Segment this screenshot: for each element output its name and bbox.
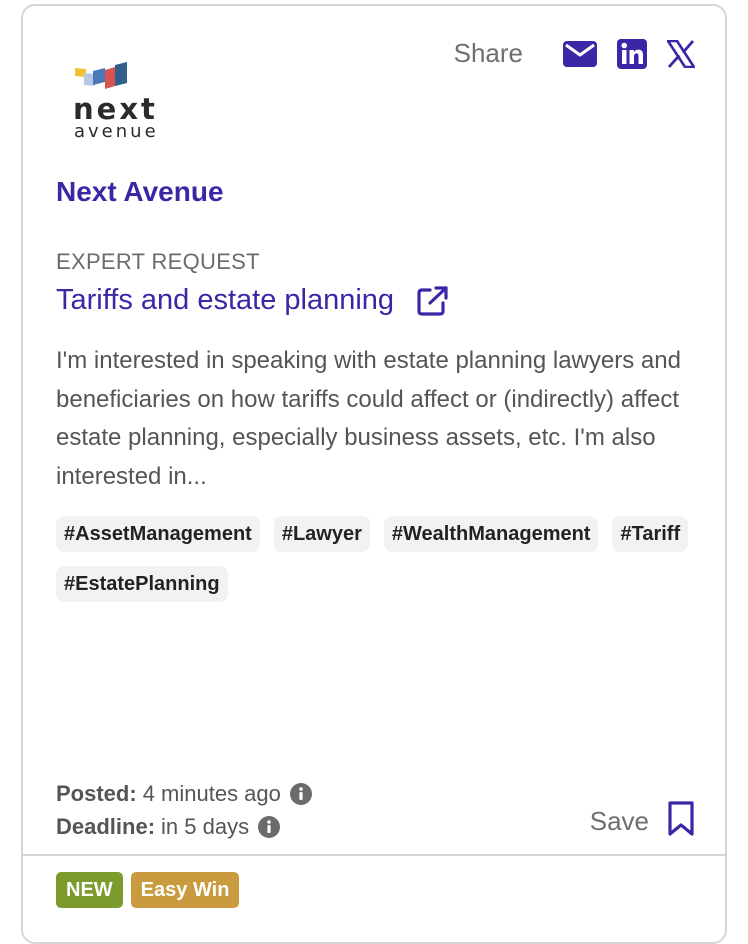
easy-win-badge: Easy Win bbox=[130, 872, 240, 908]
save-button[interactable]: Save bbox=[590, 801, 695, 842]
next-avenue-logo: next avenue bbox=[73, 60, 183, 146]
logo-text-avenue: avenue bbox=[74, 121, 159, 142]
request-title-row: Tariffs and estate planning bbox=[56, 284, 450, 317]
external-link-icon[interactable] bbox=[416, 285, 450, 317]
new-badge: NEW bbox=[56, 872, 123, 908]
posted-label: Posted: bbox=[56, 780, 137, 806]
deadline-label: Deadline: bbox=[56, 813, 156, 839]
card-divider bbox=[23, 854, 725, 856]
linkedin-icon[interactable] bbox=[617, 38, 647, 69]
share-label: Share bbox=[453, 38, 523, 68]
logo-blocks-icon bbox=[75, 62, 127, 89]
deadline-value: in 5 days bbox=[161, 813, 250, 839]
organization-name-link[interactable]: Next Avenue bbox=[56, 176, 224, 208]
x-logo-icon[interactable] bbox=[667, 39, 695, 68]
info-icon[interactable] bbox=[289, 782, 313, 806]
posted-line: Posted: 4 minutes ago bbox=[56, 777, 313, 810]
posted-value: 4 minutes ago bbox=[142, 780, 281, 806]
deadline-line: Deadline: in 5 days bbox=[56, 810, 313, 843]
tag-lawyer[interactable]: #Lawyer bbox=[273, 516, 370, 552]
save-label: Save bbox=[589, 806, 649, 836]
tag-list: #AssetManagement #Lawyer #WealthManageme… bbox=[56, 516, 706, 616]
request-type-label: EXPERT REQUEST bbox=[56, 249, 260, 274]
badge-row: NEW Easy Win bbox=[56, 872, 247, 908]
request-title-link[interactable]: Tariffs and estate planning bbox=[56, 284, 394, 317]
request-description: I'm interested in speaking with estate p… bbox=[56, 347, 681, 490]
request-meta: Posted: 4 minutes ago Deadline: in 5 day… bbox=[56, 777, 313, 843]
request-card: Share next avenue Next Avenue EXPERT REQ… bbox=[21, 4, 727, 944]
info-icon[interactable] bbox=[257, 815, 281, 839]
tag-tariff[interactable]: #Tariff bbox=[612, 516, 689, 552]
envelope-icon[interactable] bbox=[563, 40, 597, 67]
tag-wealth-management[interactable]: #WealthManagement bbox=[383, 516, 599, 552]
share-bar: Share bbox=[454, 38, 695, 69]
bookmark-icon bbox=[667, 801, 695, 842]
tag-asset-management[interactable]: #AssetManagement bbox=[56, 516, 260, 552]
tag-estate-planning[interactable]: #EstatePlanning bbox=[56, 566, 228, 602]
